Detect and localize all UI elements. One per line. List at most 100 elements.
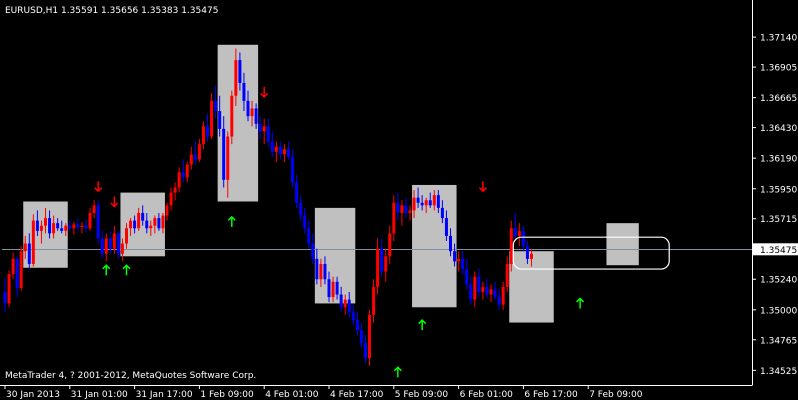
candle-body bbox=[368, 314, 371, 359]
candle-body bbox=[323, 263, 327, 280]
candle-body bbox=[112, 233, 116, 249]
candle-body bbox=[100, 238, 104, 254]
candle-body bbox=[376, 248, 380, 287]
candle-body bbox=[108, 238, 112, 249]
candle-body bbox=[436, 195, 440, 208]
up-arrow-icon bbox=[102, 264, 111, 276]
candle-body bbox=[444, 218, 448, 236]
candle-body bbox=[149, 225, 153, 229]
candle-body bbox=[477, 276, 481, 292]
time-tick-label: 4 Feb 17:00 bbox=[330, 390, 384, 400]
candle-body bbox=[64, 225, 68, 231]
candle-body bbox=[234, 60, 238, 96]
candle-body bbox=[165, 205, 169, 216]
price-tick-label: 1.35000 bbox=[760, 306, 797, 316]
candle-body bbox=[355, 320, 359, 331]
candle-body bbox=[137, 212, 141, 229]
candle-body bbox=[274, 146, 278, 152]
candle-body bbox=[254, 108, 258, 124]
time-tick-label: 31 Jan 17:00 bbox=[136, 390, 193, 400]
up-arrow-icon bbox=[227, 215, 236, 227]
time-tick-label: 1 Feb 09:00 bbox=[200, 390, 254, 400]
candle-body bbox=[347, 299, 351, 313]
candle-body bbox=[120, 243, 124, 254]
candle-body bbox=[201, 126, 205, 145]
candle-body bbox=[327, 279, 331, 298]
candle-body bbox=[44, 218, 47, 226]
chart-window: 1.37140 1.36905 1.36665 1.36430 1.36190 1.359… bbox=[0, 0, 798, 400]
candle-body bbox=[465, 269, 469, 285]
candle-body bbox=[420, 202, 424, 206]
candle-body bbox=[424, 200, 428, 206]
candlestick-chart: 1.37140 1.36905 1.36665 1.36430 1.36190 1.359… bbox=[0, 0, 798, 400]
candle-body bbox=[226, 136, 230, 180]
highlight-box bbox=[314, 207, 356, 304]
candle-body bbox=[80, 225, 84, 227]
candle-body bbox=[125, 228, 128, 244]
axes: 1.37140 1.36905 1.36665 1.36430 1.36190 1.359… bbox=[0, 0, 798, 400]
candle-body bbox=[412, 197, 416, 211]
candle-body bbox=[485, 286, 489, 295]
candle-body bbox=[408, 210, 412, 213]
candle-body bbox=[469, 284, 473, 300]
candle-body bbox=[141, 212, 145, 221]
down-arrow-icon bbox=[478, 181, 487, 193]
candle-body bbox=[319, 263, 323, 280]
candle-body bbox=[145, 220, 149, 229]
candle-body bbox=[359, 330, 363, 343]
time-tick-label: 4 Feb 01:00 bbox=[265, 390, 319, 400]
candle-body bbox=[72, 224, 76, 229]
up-arrow-icon bbox=[418, 319, 427, 331]
candle-body bbox=[246, 100, 250, 117]
candle-body bbox=[3, 291, 7, 304]
candle-body bbox=[262, 126, 266, 132]
candle-body bbox=[270, 141, 274, 152]
candle-body bbox=[295, 182, 299, 203]
candle-body bbox=[129, 220, 133, 229]
candle-body bbox=[238, 60, 242, 84]
candle-body bbox=[31, 220, 35, 264]
candle-body bbox=[19, 251, 23, 289]
current-price-tag-label: 1.35475 bbox=[760, 246, 797, 256]
candle-body bbox=[416, 197, 420, 203]
candle-body bbox=[92, 205, 96, 213]
candle-body bbox=[214, 100, 218, 112]
highlight-box bbox=[606, 223, 639, 266]
time-tick-label: 30 Jan 2013 bbox=[6, 390, 60, 400]
candle-body bbox=[392, 202, 396, 234]
candle-body bbox=[84, 225, 88, 229]
candle-body bbox=[505, 263, 509, 287]
candle-body bbox=[473, 276, 477, 300]
up-arrow-icon bbox=[393, 366, 402, 378]
time-tick-label: 6 Feb 17:00 bbox=[524, 390, 578, 400]
candle-body bbox=[218, 111, 222, 129]
candle-body bbox=[27, 243, 31, 264]
price-tick-label: 1.37140 bbox=[760, 34, 797, 44]
candle-body bbox=[181, 172, 185, 178]
up-arrow-icon bbox=[576, 297, 585, 309]
candle-body bbox=[266, 126, 270, 142]
candle-body bbox=[56, 223, 60, 229]
candle-body bbox=[96, 205, 100, 239]
candle-body bbox=[222, 128, 226, 180]
price-tick-label: 1.36190 bbox=[760, 155, 797, 165]
candle-body bbox=[384, 256, 388, 272]
chart-title: EURUSD,H1 1.35591 1.35656 1.35383 1.3547… bbox=[5, 6, 218, 16]
chart-footer: MetaTrader 4, ? 2001-2012, MetaQuotes So… bbox=[5, 371, 256, 381]
candle-body bbox=[157, 218, 161, 229]
candle-body bbox=[242, 83, 246, 101]
candle-body bbox=[331, 281, 335, 298]
candle-body bbox=[303, 215, 307, 229]
candle-body bbox=[35, 220, 39, 231]
candle-body bbox=[457, 258, 461, 262]
candle-body bbox=[68, 225, 72, 229]
candle-body bbox=[23, 243, 27, 252]
price-tick-label: 1.36905 bbox=[760, 64, 797, 74]
candle-body bbox=[52, 223, 56, 234]
candle-body bbox=[335, 281, 339, 295]
candle-body bbox=[530, 253, 533, 259]
price-tick-label: 1.34525 bbox=[760, 367, 797, 377]
candle-body bbox=[493, 289, 497, 298]
candle-body bbox=[380, 248, 384, 272]
candle-body bbox=[189, 154, 193, 165]
